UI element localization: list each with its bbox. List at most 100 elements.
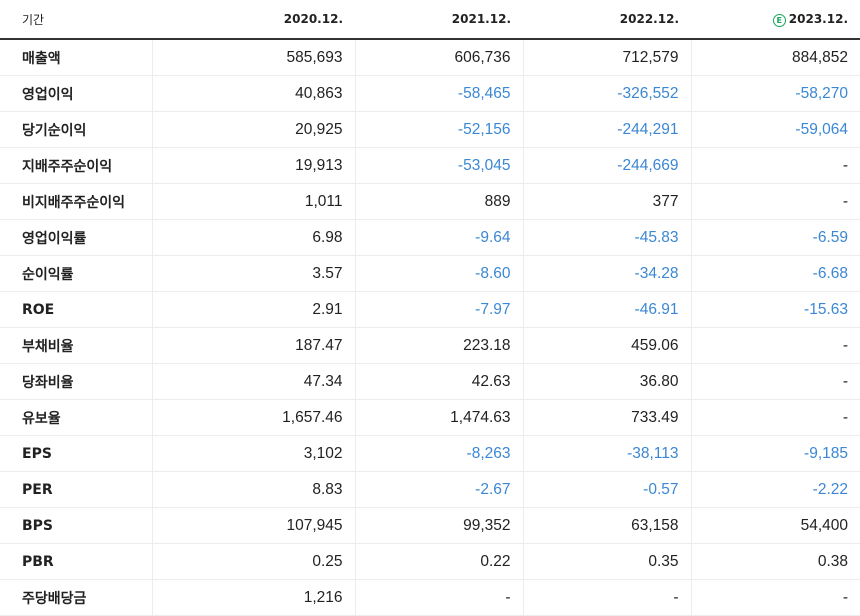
table-cell: -2.67 xyxy=(354,471,523,508)
table-cell: -15.63 xyxy=(690,291,860,328)
table-cell: - xyxy=(690,327,860,364)
table-cell: -244,291 xyxy=(522,111,691,148)
table-cell: - xyxy=(690,579,860,616)
table-cell: -9.64 xyxy=(354,219,523,256)
table-cell: - xyxy=(690,147,860,184)
table-row: 순이익률 3.57 -8.60 -34.28 -6.68 xyxy=(0,255,860,292)
year-header-2022: 2022.12. xyxy=(523,0,691,40)
table-body: 매출액 585,693 606,736 712,579 884,852 영업이익 40,86… xyxy=(0,39,860,616)
estimate-icon: E xyxy=(772,13,786,27)
table-cell: 8.83 xyxy=(151,471,355,508)
table-cell: 884,852 xyxy=(690,39,860,76)
table-cell: -7.97 xyxy=(354,291,523,328)
table-cell: -244,669 xyxy=(522,147,691,184)
table-row: 당좌비율 47.34 42.63 36.80- xyxy=(0,363,860,400)
year-header-2023: E 2023.12. xyxy=(691,0,860,40)
table-cell: -59,064 xyxy=(690,111,860,148)
table-row: PER 8.83 -2.67 -0.57 -2.22 xyxy=(0,471,860,508)
table-cell: 3.57 xyxy=(151,255,355,292)
table-row: EPS 3,102 -8,263 -38,113 -9,185 xyxy=(0,435,860,472)
table-row: 비지배주주순이익 1,011 889 377- xyxy=(0,183,860,220)
table-cell: 63,158 xyxy=(522,507,691,544)
table-cell: -326,552 xyxy=(522,75,691,112)
table-cell: -2.22 xyxy=(690,471,860,508)
row-label: ROE xyxy=(0,291,152,328)
table-cell: -9,185 xyxy=(690,435,860,472)
table-cell: -8.60 xyxy=(354,255,523,292)
row-label: 순이익률 xyxy=(0,255,152,292)
table-cell: -53,045 xyxy=(354,147,523,184)
table-cell: 733.49 xyxy=(522,399,691,436)
row-label: PER xyxy=(0,471,152,508)
table-row: ROE 2.91 -7.97 -46.91 -15.63 xyxy=(0,291,860,328)
table-cell: -45.83 xyxy=(522,219,691,256)
table-row: 주당배당금 1,216- - - xyxy=(0,579,860,616)
table-cell: 99,352 xyxy=(354,507,523,544)
table-row: 영업이익률 6.98 -9.64 -45.83 -6.59 xyxy=(0,219,860,256)
row-label: 당기순이익 xyxy=(0,111,152,148)
row-label: BPS xyxy=(0,507,152,544)
table-row: 영업이익 40,863 -58,465 -326,552 -58,270 xyxy=(0,75,860,112)
row-label: 주당배당금 xyxy=(0,579,152,616)
table-cell: 585,693 xyxy=(151,39,355,76)
table-cell: 377 xyxy=(522,183,691,220)
table-cell: -58,465 xyxy=(354,75,523,112)
table-cell: 712,579 xyxy=(522,39,691,76)
period-header: 기간 xyxy=(0,0,152,40)
table-cell: - xyxy=(354,579,523,616)
table-cell: -34.28 xyxy=(522,255,691,292)
table-cell: 6.98 xyxy=(151,219,355,256)
table-cell: 20,925 xyxy=(151,111,355,148)
table-cell: 47.34 xyxy=(151,363,355,400)
table-cell: 0.25 xyxy=(151,543,355,580)
row-label: PBR xyxy=(0,543,152,580)
table-cell: - xyxy=(522,579,691,616)
table-cell: -38,113 xyxy=(522,435,691,472)
row-label: 지배주주순이익 xyxy=(0,147,152,184)
table-cell: 459.06 xyxy=(522,327,691,364)
row-label: EPS xyxy=(0,435,152,472)
table-cell: 54,400 xyxy=(690,507,860,544)
table-cell: 889 xyxy=(354,183,523,220)
row-label: 부채비율 xyxy=(0,327,152,364)
table-row: 지배주주순이익 19,913 -53,045 -244,669- xyxy=(0,147,860,184)
table-cell: - xyxy=(690,399,860,436)
table-cell: 1,011 xyxy=(151,183,355,220)
table-cell: -46.91 xyxy=(522,291,691,328)
table-cell: 223.18 xyxy=(354,327,523,364)
table-cell: -52,156 xyxy=(354,111,523,148)
table-cell: -58,270 xyxy=(690,75,860,112)
table-cell: 42.63 xyxy=(354,363,523,400)
financial-summary-table: 기간 2020.12. 2021.12. 2022.12. E 2023.12. … xyxy=(0,0,860,616)
table-row: 부채비율 187.47 223.18 459.06- xyxy=(0,327,860,364)
year-header-2020: 2020.12. xyxy=(152,0,355,40)
table-cell: 3,102 xyxy=(151,435,355,472)
table-row: BPS 107,945 99,352 63,158 54,400 xyxy=(0,507,860,544)
table-cell: 36.80 xyxy=(522,363,691,400)
table-row: 당기순이익 20,925 -52,156 -244,291 -59,064 xyxy=(0,111,860,148)
table-cell: 0.35 xyxy=(522,543,691,580)
table-cell: 40,863 xyxy=(151,75,355,112)
table-cell: 107,945 xyxy=(151,507,355,544)
row-label: 매출액 xyxy=(0,39,152,76)
table-cell: -8,263 xyxy=(354,435,523,472)
table-cell: 2.91 xyxy=(151,291,355,328)
row-label: 영업이익률 xyxy=(0,219,152,256)
year-header-2021: 2021.12. xyxy=(355,0,523,40)
table-cell: -6.59 xyxy=(690,219,860,256)
table-row: 매출액 585,693 606,736 712,579 884,852 xyxy=(0,39,860,76)
table-cell: 1,474.63 xyxy=(354,399,523,436)
row-label: 영업이익 xyxy=(0,75,152,112)
table-row: PBR 0.25 0.22 0.35 0.38 xyxy=(0,543,860,580)
table-row: 유보율 1,657.46 1,474.63 733.49- xyxy=(0,399,860,436)
table-cell: - xyxy=(690,183,860,220)
table-cell: 606,736 xyxy=(354,39,523,76)
table-cell: 1,216 xyxy=(151,579,355,616)
table-cell: - xyxy=(690,363,860,400)
table-cell: 0.22 xyxy=(354,543,523,580)
header-row: 기간 2020.12. 2021.12. 2022.12. E 2023.12. xyxy=(0,0,860,40)
table-cell: -6.68 xyxy=(690,255,860,292)
table-cell: -0.57 xyxy=(522,471,691,508)
row-label: 당좌비율 xyxy=(0,363,152,400)
table-cell: 19,913 xyxy=(151,147,355,184)
